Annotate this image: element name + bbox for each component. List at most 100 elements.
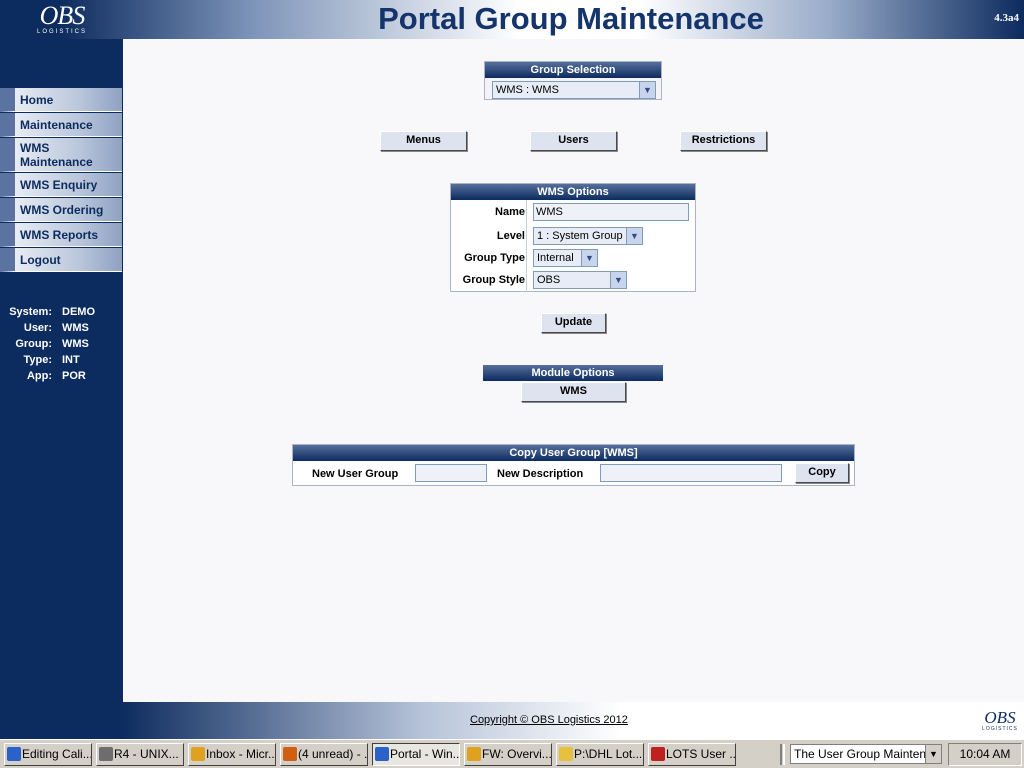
info-row-user: User: WMS xyxy=(0,320,123,336)
restrictions-button[interactable]: Restrictions xyxy=(680,131,767,151)
sidebar-item-label: Logout xyxy=(20,252,61,267)
level-select[interactable]: 1 : System Group ▼ xyxy=(533,227,643,245)
address-value: The User Group Maintenan xyxy=(794,747,940,761)
new-description-label: New Description xyxy=(497,468,584,480)
select-value: OBS xyxy=(537,274,561,286)
task-label: FW: Overvi... xyxy=(482,747,552,761)
pdf-icon xyxy=(651,747,665,761)
chevron-down-icon[interactable]: ▼ xyxy=(610,272,626,288)
sidebar-item-label: WMS Reports xyxy=(20,227,98,242)
chevron-down-icon[interactable]: ▼ xyxy=(626,228,642,244)
sidebar-item-wms-enquiry[interactable]: WMS Enquiry xyxy=(0,173,122,197)
address-combo[interactable]: The User Group Maintenan ▼ xyxy=(790,744,942,764)
taskbar-item-unix[interactable]: R4 - UNIX... xyxy=(96,743,184,766)
name-field[interactable]: WMS xyxy=(533,203,689,221)
footer-obs-logo: OBS LOGISTICS xyxy=(978,709,1022,732)
menus-button[interactable]: Menus xyxy=(380,131,467,151)
info-value: POR xyxy=(62,370,86,382)
chevron-down-icon[interactable]: ▼ xyxy=(581,250,597,266)
logo-text: OBS xyxy=(39,1,86,30)
group-style-select[interactable]: OBS ▼ xyxy=(533,271,627,289)
module-wms-button[interactable]: WMS xyxy=(521,382,626,402)
obs-logo: OBS LOGISTICS xyxy=(30,3,94,37)
ie-icon xyxy=(7,747,21,761)
mail-icon xyxy=(467,747,481,761)
terminal-icon xyxy=(99,747,113,761)
page-title: Portal Group Maintenance xyxy=(378,1,764,36)
info-row-group: Group: WMS xyxy=(0,336,123,352)
update-button[interactable]: Update xyxy=(541,313,606,333)
task-label: R4 - UNIX... xyxy=(114,747,179,761)
sidebar-item-label: Home xyxy=(20,92,54,107)
info-row-type: Type: INT xyxy=(0,352,123,368)
version-label: 4.3a4 xyxy=(994,12,1019,24)
select-value: WMS : WMS xyxy=(496,84,559,96)
windows-taskbar: Editing Cali... R4 - UNIX... Inbox - Mic… xyxy=(0,739,1024,768)
thunderbird-icon xyxy=(283,747,297,761)
taskbar-item-inbox[interactable]: Inbox - Micr... xyxy=(188,743,276,766)
logo-subtext: LOGISTICS xyxy=(982,726,1018,732)
group-type-select[interactable]: Internal ▼ xyxy=(533,249,598,267)
info-value: INT xyxy=(62,354,80,366)
outlook-icon xyxy=(191,747,205,761)
info-row-app: App: POR xyxy=(0,368,123,384)
sidebar-item-label: WMS Enquiry xyxy=(20,177,98,192)
sidebar-item-home[interactable]: Home xyxy=(0,88,122,112)
chevron-down-icon[interactable]: ▼ xyxy=(925,745,941,763)
info-value: WMS xyxy=(62,322,89,334)
task-label: (4 unread) - ... xyxy=(298,747,368,761)
sidebar: Home Maintenance WMS Maintenance WMS Enq… xyxy=(0,39,123,702)
sidebar-item-maintenance[interactable]: Maintenance xyxy=(0,113,122,137)
folder-icon xyxy=(559,747,573,761)
new-user-group-field[interactable] xyxy=(415,464,487,482)
info-key: User: xyxy=(23,322,52,334)
task-label: P:\DHL Lot... xyxy=(574,747,643,761)
logo-text: OBS xyxy=(984,708,1016,727)
taskbar-item-lots-user[interactable]: LOTS User ... xyxy=(648,743,736,766)
level-label: Level xyxy=(496,230,525,242)
name-label: Name xyxy=(495,206,525,218)
footer: Copyright © OBS Logistics 2012 OBS LOGIS… xyxy=(0,702,1024,739)
system-info: System: DEMO User: WMS Group: WMS Type: INT … xyxy=(0,304,123,384)
logo-subtext: LOGISTICS xyxy=(36,29,87,35)
users-button[interactable]: Users xyxy=(530,131,617,151)
group-type-label: Group Type xyxy=(464,252,525,264)
column-divider xyxy=(526,200,527,292)
group-style-label: Group Style xyxy=(462,274,525,286)
ie-icon xyxy=(375,747,389,761)
panel-title: WMS Options xyxy=(451,184,695,200)
wms-options-panel: WMS Options Name WMS Level 1 : System Gr… xyxy=(450,183,696,292)
sidebar-item-wms-reports[interactable]: WMS Reports xyxy=(0,223,122,247)
sidebar-item-wms-maintenance[interactable]: WMS Maintenance xyxy=(0,138,122,172)
module-options-panel: Module Options WMS xyxy=(483,365,663,402)
sidebar-item-label: WMS Ordering xyxy=(20,202,104,217)
taskbar-item-portal[interactable]: Portal - Win... xyxy=(372,743,460,766)
system-clock[interactable]: 10:04 AM xyxy=(948,743,1022,766)
select-value: 1 : System Group xyxy=(537,230,623,242)
task-label: Editing Cali... xyxy=(22,747,92,761)
group-select[interactable]: WMS : WMS ▼ xyxy=(492,81,656,99)
taskbar-item-unread[interactable]: (4 unread) - ... xyxy=(280,743,368,766)
info-value: WMS xyxy=(62,338,89,350)
taskbar-item-folder[interactable]: P:\DHL Lot... xyxy=(556,743,644,766)
new-description-field[interactable] xyxy=(600,464,782,482)
sidebar-item-logout[interactable]: Logout xyxy=(0,248,122,272)
info-value: DEMO xyxy=(62,306,95,318)
copyright-link[interactable]: Copyright © OBS Logistics 2012 xyxy=(470,714,628,726)
select-value: Internal xyxy=(537,252,574,264)
toolbar-grip[interactable] xyxy=(780,744,785,765)
task-label: Inbox - Micr... xyxy=(206,747,276,761)
copy-button[interactable]: Copy xyxy=(795,463,849,483)
panel-title: Group Selection xyxy=(485,62,661,78)
taskbar-item-editing[interactable]: Editing Cali... xyxy=(4,743,92,766)
task-label: LOTS User ... xyxy=(666,747,736,761)
chevron-down-icon[interactable]: ▼ xyxy=(639,82,655,98)
main-content: Group Selection WMS : WMS ▼ Menus Users … xyxy=(123,39,1024,702)
sidebar-item-label: WMS Maintenance xyxy=(20,140,93,169)
panel-title: Copy User Group [WMS] xyxy=(293,445,854,461)
info-key: App: xyxy=(26,370,52,382)
taskbar-item-fw-overview[interactable]: FW: Overvi... xyxy=(464,743,552,766)
info-key: Group: xyxy=(15,338,52,350)
sidebar-item-label: Maintenance xyxy=(20,117,93,132)
sidebar-item-wms-ordering[interactable]: WMS Ordering xyxy=(0,198,122,222)
